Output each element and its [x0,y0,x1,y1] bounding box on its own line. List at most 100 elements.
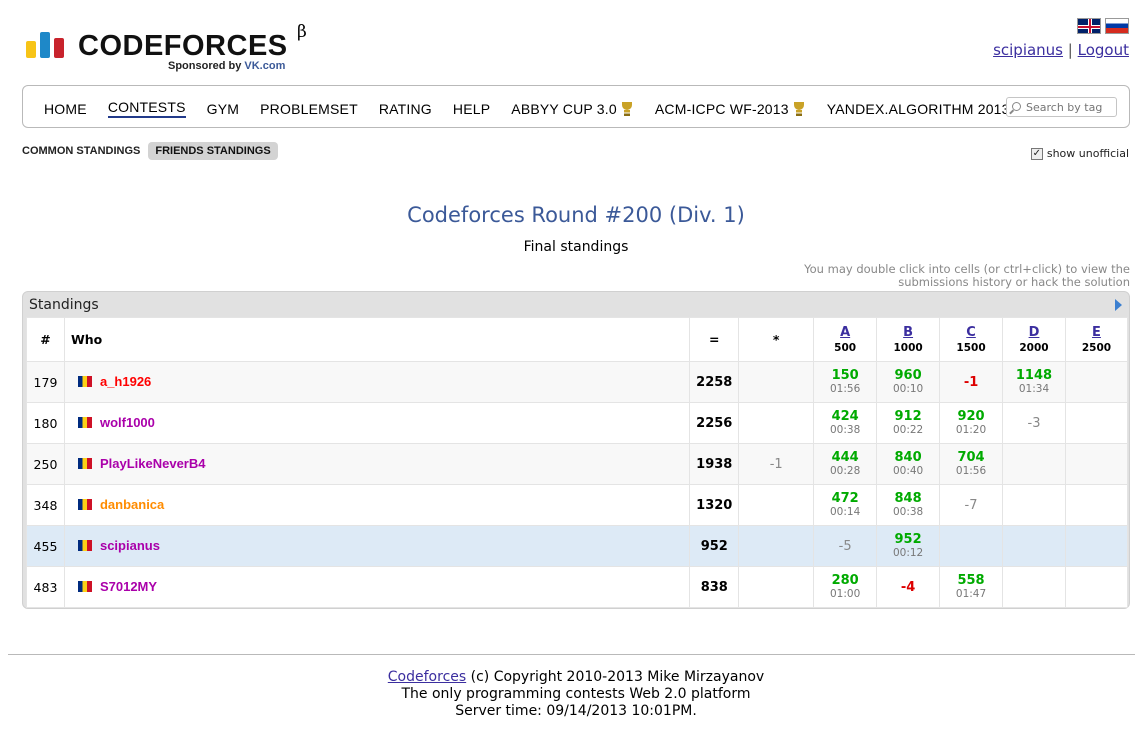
problem-cell-b[interactable]: -4 [876,566,941,608]
problem-cell-c[interactable]: 920 01:20 [939,402,1004,444]
hacks-cell[interactable] [738,566,815,608]
logout-link[interactable]: Logout [1078,41,1129,59]
show-unofficial-toggle[interactable]: ✓ show unofficial [1030,147,1129,160]
problem-cell-a[interactable]: -5 [813,525,878,567]
problem-cell-c[interactable] [939,525,1004,567]
party-cell: scipianus [63,525,691,567]
problem-cell-b[interactable]: 840 00:40 [876,443,941,485]
problem-cell-d[interactable]: -3 [1002,402,1066,444]
problem-cell-c[interactable]: 558 01:47 [939,566,1004,608]
points-cell: 2258 [689,361,740,403]
accepted-score: 558 [957,573,985,588]
problem-cell-a[interactable]: 150 01:56 [813,361,878,403]
problem-cell-e[interactable] [1064,361,1129,403]
problem-header-d: D 2000 [1002,317,1066,362]
tab-friends-standings[interactable]: FRIENDS STANDINGS [148,142,278,160]
expand-arrow-icon[interactable] [1115,299,1122,311]
hacks-cell[interactable] [738,525,815,567]
table-row: 180 wolf1000 2256 424 00:38 912 00:22 920 01:20-… [26,402,1129,444]
problem-cell-d[interactable] [1002,566,1066,608]
submission-time: 01:00 [830,588,861,600]
points-cell: 2256 [689,402,740,444]
submission-time: 00:40 [892,465,924,477]
table-row: 483 S7012MY 838 280 01:00 -4 558 01:47 [26,566,1129,608]
problem-cell-d[interactable] [1002,525,1066,567]
beta-mark: β [297,22,308,42]
problem-cell-b[interactable]: 912 00:22 [876,402,941,444]
problem-cell-c[interactable]: -7 [939,484,1004,526]
submission-time: 00:28 [830,465,861,477]
standings-hint: You may double click into cells (or ctrl… [804,262,1130,289]
problem-link[interactable]: D [1003,325,1065,340]
codeforces-logo[interactable]: CODEFORCES β Sponsored by VK.com [26,22,326,76]
tag-search[interactable] [1006,97,1117,117]
english-flag-icon[interactable] [1077,18,1101,34]
problem-cell-b[interactable]: 848 00:38 [876,484,941,526]
problem-cell-a[interactable]: 444 00:28 [813,443,878,485]
problem-cell-e[interactable] [1064,484,1129,526]
menu-item-abbyy-cup-3-0[interactable]: ABBYY CUP 3.0 [511,99,634,118]
hacks-cell[interactable] [738,402,815,444]
problem-cell-b[interactable]: 952 00:12 [876,525,941,567]
problem-cell-b[interactable]: 960 00:10 [876,361,941,403]
problem-link[interactable]: B [877,325,939,340]
problem-cell-c[interactable]: 704 01:56 [939,443,1004,485]
problem-link[interactable]: E [1066,325,1127,340]
footer-codeforces-link[interactable]: Codeforces [388,669,466,685]
rank-cell: 348 [26,484,65,526]
hacks-cell[interactable] [738,361,815,403]
user-handle-link[interactable]: wolf1000 [100,415,155,430]
rank-cell: 179 [26,361,65,403]
accepted-score: 424 [831,409,859,424]
menu-item-rating[interactable]: RATING [379,99,432,118]
user-handle-link[interactable]: danbanica [100,497,164,512]
who-header: Who [63,317,691,362]
search-input[interactable] [1026,99,1114,115]
problem-cell-e[interactable] [1064,525,1129,567]
problem-link[interactable]: C [940,325,1002,340]
menu-list: HOME CONTESTS GYM PROBLEMSET RATING HELP ABBYY… [44,99,1048,118]
russian-flag-icon[interactable] [1105,18,1129,34]
table-row: 179 a_h1926 2258 150 01:56 960 00:10 -1 1148 01:3… [26,361,1129,403]
submission-time: 01:47 [955,588,987,600]
hacks-cell[interactable] [738,484,815,526]
show-unofficial-checkbox[interactable]: ✓ [1030,147,1043,160]
menu-item-contests[interactable]: CONTESTS [107,99,186,118]
contest-phase: Final standings [523,239,629,255]
menu-item-acm-icpc-wf-2013[interactable]: ACM-ICPC WF-2013 [655,99,806,118]
party-cell: PlayLikeNeverB4 [63,443,691,485]
problem-cell-c[interactable]: -1 [939,361,1004,403]
problem-link[interactable]: A [814,325,876,340]
menu-item-home[interactable]: HOME [44,99,87,118]
problem-cell-a[interactable]: 424 00:38 [813,402,878,444]
user-handle-link[interactable]: a_h1926 [100,374,151,389]
menu-item-problemset[interactable]: PROBLEMSET [260,99,358,118]
points-cell: 1938 [689,443,740,485]
rejected-attempts: -3 [1027,415,1041,431]
contest-title[interactable]: Codeforces Round #200 (Div. 1) [0,203,1135,227]
user-handle-link[interactable]: S7012MY [100,579,157,594]
user-links: scipianus | Logout [993,41,1129,59]
problem-cell-e[interactable] [1064,402,1129,444]
submission-time: 00:10 [892,383,924,395]
problem-cell-e[interactable] [1064,566,1129,608]
user-handle-link[interactable]: scipianus [100,538,160,553]
problem-cell-a[interactable]: 472 00:14 [813,484,878,526]
problem-cell-e[interactable] [1064,443,1129,485]
hacks-cell[interactable]: -1 [738,443,815,485]
accepted-score: 704 [957,450,985,465]
tab-common-standings[interactable]: COMMON STANDINGS [22,142,146,160]
menu-item-yandex-algorithm-2013[interactable]: YANDEX.ALGORITHM 2013 [827,99,1027,118]
menu-item-gym[interactable]: GYM [207,99,240,118]
problem-cell-d[interactable]: 1148 01:34 [1002,361,1066,403]
problem-points: 500 [834,342,857,354]
problem-cell-d[interactable] [1002,484,1066,526]
user-handle-link[interactable]: PlayLikeNeverB4 [100,456,206,471]
romania-flag-icon [77,540,92,551]
user-handle-link[interactable]: scipianus [993,41,1063,59]
table-row: 250 PlayLikeNeverB4 1938 -1 444 00:28 840 00:40… [26,443,1129,485]
problem-cell-a[interactable]: 280 01:00 [813,566,878,608]
submission-time: 00:38 [830,424,861,436]
menu-item-help[interactable]: HELP [453,99,490,118]
problem-cell-d[interactable] [1002,443,1066,485]
